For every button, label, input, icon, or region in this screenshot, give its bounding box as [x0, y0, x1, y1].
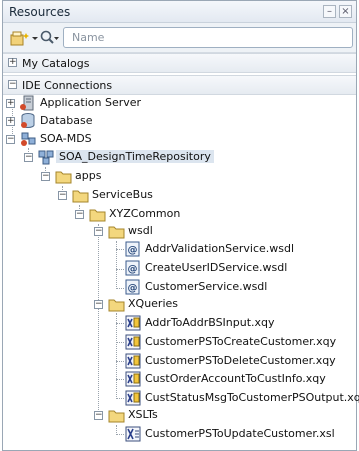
xquery-file-icon	[125, 390, 141, 406]
server-icon	[20, 95, 34, 111]
svg-text:@: @	[128, 283, 138, 294]
database-icon	[21, 113, 35, 128]
tree-node-xqueries[interactable]: − XQueries	[93, 295, 353, 314]
folder-icon	[108, 410, 125, 423]
section-label: IDE Connections	[22, 79, 113, 92]
panel-title: Resources	[9, 5, 71, 19]
tree-node-label: XQueries	[128, 297, 179, 310]
file-label: CreateUserIDService.wsdl	[145, 261, 288, 274]
new-connection-icon[interactable]	[10, 30, 32, 46]
list-item-wsdl-file[interactable]: @ CreateUserIDService.wsdl	[125, 259, 355, 278]
tree-node-database[interactable]: + Database	[3, 112, 356, 131]
tree-node-label: apps	[75, 169, 102, 182]
tree-node-label: Database	[40, 114, 93, 127]
file-label: CustomerPSToCreateCustomer.xqy	[145, 335, 337, 348]
search-icon[interactable]	[40, 30, 60, 46]
expand-toggle[interactable]: +	[8, 58, 17, 67]
collapse-toggle[interactable]: −	[94, 411, 103, 420]
tree-node-xslts[interactable]: − XSLTs	[93, 406, 353, 425]
svg-text:@: @	[128, 264, 138, 275]
tree-node-repository[interactable]: − SOA_DesignTimeRepository	[23, 148, 353, 167]
file-label: CustomerService.wsdl	[145, 280, 268, 293]
file-label: CustOrderAccountToCustInfo.xqy	[145, 372, 326, 385]
expand-toggle[interactable]: +	[6, 117, 15, 126]
folder-icon	[72, 190, 89, 203]
section-label: My Catalogs	[22, 57, 90, 70]
wsdl-file-icon: @	[125, 279, 140, 295]
section-my-catalogs[interactable]: + My Catalogs	[3, 53, 356, 73]
xquery-file-icon	[125, 371, 141, 387]
folder-icon	[55, 171, 72, 184]
collapse-toggle[interactable]: −	[41, 172, 50, 181]
list-item-xquery-file[interactable]: AddrToAddrBSInput.xqy	[125, 314, 355, 333]
tree-node-soa-mds[interactable]: − SOA-MDS	[3, 130, 356, 149]
collapse-toggle[interactable]: −	[6, 135, 15, 144]
file-label: CustomerPSToUpdateCustomer.xsl	[145, 427, 335, 440]
collapse-toggle[interactable]: −	[75, 210, 84, 219]
mds-connection-icon	[21, 132, 36, 146]
tree-node-wsdl[interactable]: − wsdl	[93, 222, 353, 241]
list-item-xquery-file[interactable]: CustomerPSToDeleteCustomer.xqy	[125, 352, 355, 371]
tree-node-label: XYZCommon	[109, 207, 181, 220]
tree-node-label: Application Server	[40, 96, 142, 109]
folder-icon	[108, 299, 125, 312]
tree-node-servicebus[interactable]: − ServiceBus	[57, 186, 347, 205]
xquery-file-icon	[125, 353, 141, 369]
list-item-xquery-file[interactable]: CustomerPSToCreateCustomer.xqy	[125, 333, 355, 352]
section-ide-connections[interactable]: − IDE Connections	[3, 75, 356, 95]
collapse-toggle[interactable]: −	[8, 80, 17, 89]
svg-text:@: @	[128, 245, 138, 256]
folder-icon	[108, 226, 125, 239]
collapse-toggle[interactable]: −	[58, 191, 67, 200]
file-label: AddrToAddrBSInput.xqy	[145, 316, 275, 329]
tree-node-label: ServiceBus	[92, 188, 153, 201]
file-label: CustStatusMsgToCustomerPSOutput.xqy	[145, 391, 359, 404]
toolbar	[3, 23, 356, 53]
list-item-xquery-file[interactable]: CustOrderAccountToCustInfo.xqy	[125, 370, 355, 389]
panel-header: Resources – ×	[3, 1, 356, 23]
close-button[interactable]: ×	[339, 5, 352, 18]
repository-icon	[38, 150, 54, 165]
search-input[interactable]	[64, 28, 344, 47]
tree-node-label: XSLTs	[128, 408, 158, 421]
chevron-down-icon[interactable]	[32, 30, 38, 46]
xquery-file-icon	[125, 334, 141, 350]
expand-toggle[interactable]: +	[6, 99, 15, 108]
file-label: AddrValidationService.wsdl	[145, 242, 295, 255]
tree-node-label: SOA-MDS	[40, 132, 92, 145]
wsdl-file-icon: @	[125, 241, 140, 257]
collapse-toggle[interactable]: −	[24, 153, 33, 162]
xquery-file-icon	[125, 315, 141, 331]
tree-node-label: wsdl	[128, 224, 153, 237]
collapse-toggle[interactable]: −	[94, 227, 103, 236]
wsdl-file-icon: @	[125, 260, 140, 276]
folder-icon	[89, 209, 106, 222]
list-item-wsdl-file[interactable]: @ AddrValidationService.wsdl	[125, 240, 355, 259]
search-field-wrapper	[63, 27, 353, 48]
tree-node-label: SOA_DesignTimeRepository	[56, 150, 214, 163]
list-item-xslt-file[interactable]: CustomerPSToUpdateCustomer.xsl	[125, 425, 355, 444]
xslt-file-icon	[125, 426, 141, 442]
minimize-button[interactable]: –	[323, 5, 336, 18]
file-label: CustomerPSToDeleteCustomer.xqy	[145, 354, 336, 367]
resources-panel: Resources – × + My Catalogs − IDE Connec…	[2, 0, 359, 451]
tree-node-apps[interactable]: − apps	[40, 167, 340, 186]
tree-node-application-server[interactable]: + Application Server	[3, 94, 356, 113]
collapse-toggle[interactable]: −	[94, 300, 103, 309]
